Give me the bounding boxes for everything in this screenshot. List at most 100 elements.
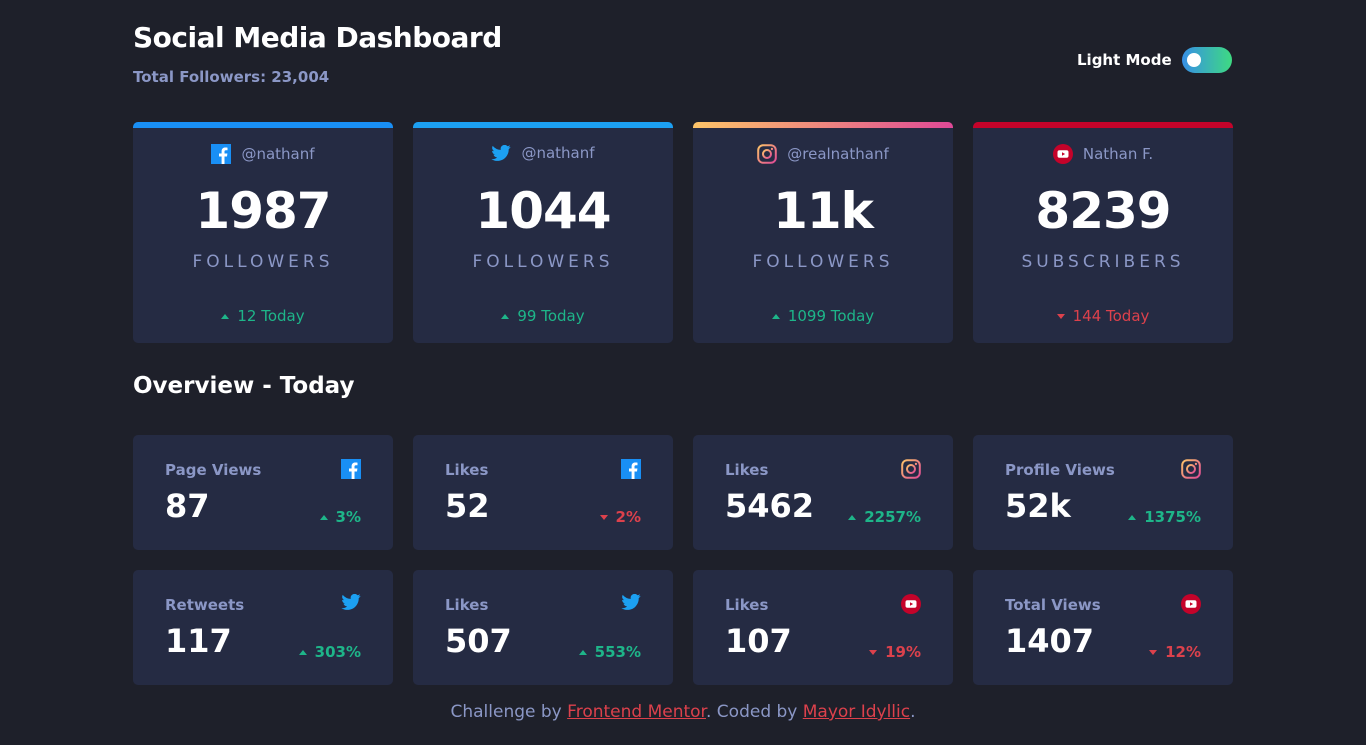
card-accent-bar (413, 122, 673, 128)
tile-value: 507 (445, 622, 512, 660)
delta-percent: 1375% (1144, 508, 1201, 526)
delta-text: 12 Today (237, 307, 305, 325)
today-delta: 144 Today (973, 307, 1233, 325)
twitter-icon (491, 144, 512, 161)
card-facebook[interactable]: @nathanf 1987 FOLLOWERS 12 Today (133, 122, 393, 343)
tile-label: Retweets (165, 596, 245, 614)
toggle-switch[interactable] (1181, 47, 1232, 73)
follower-count: 1044 (475, 182, 611, 240)
tile-label: Likes (445, 596, 489, 614)
author-link[interactable]: Mayor Idyllic (803, 702, 910, 722)
tile-value: 52 (445, 487, 490, 525)
arrow-up-icon (848, 514, 857, 520)
instagram-icon (901, 459, 921, 483)
overview-tile-youtube[interactable]: Total Views 1407 12% (973, 570, 1233, 685)
handle-text: @nathanf (521, 144, 595, 162)
delta-percent: 12% (1165, 643, 1201, 661)
footer-suffix: . (910, 702, 916, 722)
card-instagram[interactable]: @realnathanf 11k FOLLOWERS 1099 Today (693, 122, 953, 343)
facebook-icon (341, 459, 361, 483)
footer-middle: . Coded by (705, 702, 803, 722)
tile-delta: 12% (1149, 643, 1201, 661)
frontend-mentor-link[interactable]: Frontend Mentor (567, 702, 706, 722)
card-accent-bar (693, 122, 953, 128)
tile-delta: 2257% (848, 508, 921, 526)
delta-percent: 2% (615, 508, 641, 526)
instagram-icon (757, 144, 778, 164)
total-followers: Total Followers: 23,004 (133, 68, 330, 86)
tile-value: 52k (1005, 487, 1071, 525)
tile-value: 5462 (725, 487, 815, 525)
tile-delta: 19% (869, 643, 921, 661)
tile-value: 117 (165, 622, 232, 660)
arrow-up-icon (298, 649, 307, 655)
tile-label: Likes (725, 596, 769, 614)
card-youtube[interactable]: Nathan F. 8239 SUBSCRIBERS 144 Today (973, 122, 1233, 343)
handle-text: @realnathanf (787, 145, 889, 163)
youtube-icon (1181, 594, 1201, 618)
tile-label: Likes (725, 461, 769, 479)
arrow-down-icon (599, 514, 608, 520)
card-twitter[interactable]: @nathanf 1044 FOLLOWERS 99 Today (413, 122, 673, 343)
arrow-up-icon (221, 313, 230, 319)
arrow-up-icon (578, 649, 587, 655)
instagram-icon (1181, 459, 1201, 483)
card-handle: Nathan F. (973, 144, 1233, 164)
delta-text: 99 Today (517, 307, 585, 325)
facebook-icon (621, 459, 641, 483)
card-accent-bar (133, 122, 393, 128)
light-mode-label: Light Mode (1077, 51, 1172, 69)
overview-tile-facebook[interactable]: Likes 52 2% (413, 435, 673, 550)
delta-percent: 553% (594, 643, 641, 661)
overview-tile-instagram[interactable]: Profile Views 52k 1375% (973, 435, 1233, 550)
youtube-icon (1052, 144, 1073, 164)
tile-value: 87 (165, 487, 210, 525)
today-delta: 12 Today (133, 307, 393, 325)
follower-unit: SUBSCRIBERS (1021, 252, 1185, 272)
arrow-down-icon (1149, 649, 1158, 655)
arrow-up-icon (771, 313, 780, 319)
delta-percent: 2257% (864, 508, 921, 526)
overview-tile-facebook[interactable]: Page Views 87 3% (133, 435, 393, 550)
tile-delta: 3% (319, 508, 361, 526)
delta-percent: 303% (314, 643, 361, 661)
card-handle: @nathanf (413, 144, 673, 162)
footer: Challenge by Frontend Mentor. Coded by M… (0, 702, 1366, 722)
follower-count: 8239 (1035, 182, 1171, 240)
overview-tile-youtube[interactable]: Likes 107 19% (693, 570, 953, 685)
handle-text: Nathan F. (1082, 145, 1154, 163)
tile-label: Likes (445, 461, 489, 479)
today-delta: 99 Today (413, 307, 673, 325)
arrow-up-icon (501, 313, 510, 319)
follower-unit: FOLLOWERS (752, 252, 894, 272)
youtube-icon (901, 594, 921, 618)
facebook-icon (211, 144, 232, 164)
arrow-down-icon (869, 649, 878, 655)
follower-unit: FOLLOWERS (192, 252, 334, 272)
arrow-down-icon (1056, 313, 1065, 319)
card-handle: @realnathanf (693, 144, 953, 164)
delta-percent: 19% (885, 643, 921, 661)
tile-delta: 2% (599, 508, 641, 526)
arrow-up-icon (319, 514, 328, 520)
light-mode-toggle[interactable]: Light Mode (1077, 47, 1232, 73)
tile-label: Profile Views (1005, 461, 1115, 479)
tile-value: 1407 (1005, 622, 1095, 660)
toggle-knob (1186, 53, 1201, 67)
twitter-icon (621, 593, 641, 614)
delta-text: 1099 Today (787, 307, 875, 325)
tile-value: 107 (725, 622, 792, 660)
handle-text: @nathanf (241, 145, 315, 163)
overview-tile-instagram[interactable]: Likes 5462 2257% (693, 435, 953, 550)
tile-label: Page Views (165, 461, 262, 479)
tile-delta: 553% (578, 643, 641, 661)
twitter-icon (341, 593, 361, 614)
follower-unit: FOLLOWERS (472, 252, 614, 272)
tile-label: Total Views (1005, 596, 1101, 614)
overview-title: Overview - Today (133, 373, 355, 399)
delta-text: 144 Today (1072, 307, 1150, 325)
card-handle: @nathanf (133, 144, 393, 164)
dashboard-page: Social Media Dashboard Total Followers: … (0, 0, 1366, 745)
overview-tile-twitter[interactable]: Likes 507 553% (413, 570, 673, 685)
overview-tile-twitter[interactable]: Retweets 117 303% (133, 570, 393, 685)
